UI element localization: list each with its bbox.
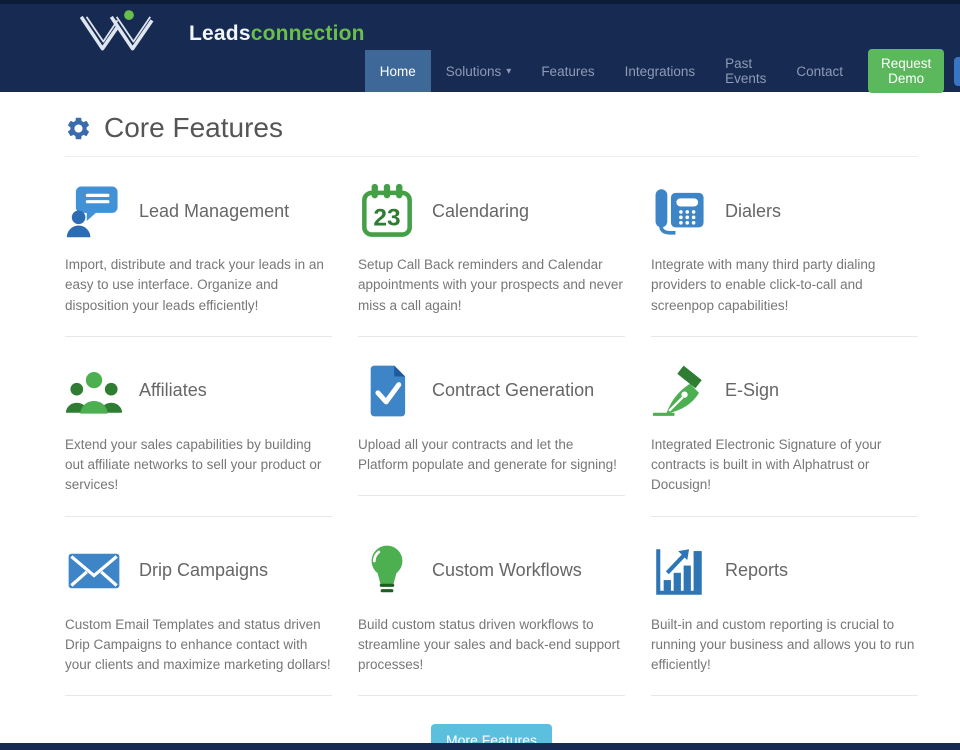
feature-description: Build custom status driven workflows to … (358, 615, 625, 676)
feature-card-drip-campaigns: Drip Campaigns Custom Email Templates an… (65, 541, 332, 697)
feature-description: Upload all your contracts and let the Pl… (358, 435, 625, 476)
feature-card-lead-management: Lead Management Import, distribute and t… (65, 181, 332, 337)
document-check-icon (358, 362, 416, 420)
support-button[interactable]: Support (954, 57, 960, 86)
feature-description: Integrated Electronic Signature of your … (651, 435, 918, 496)
feature-title: Reports (725, 560, 788, 581)
feature-title: Calendaring (432, 201, 529, 222)
main-nav: Home Solutions▾ Features Integrations Pa… (365, 50, 960, 92)
nav-item-solutions[interactable]: Solutions▾ (431, 50, 527, 92)
footer-bar (0, 743, 960, 750)
feature-title: Contract Generation (432, 380, 594, 401)
request-demo-button[interactable]: Request Demo (868, 49, 944, 93)
feature-card-calendaring: 23 Calendaring Setup Call Back reminders… (358, 181, 625, 337)
feature-description: Extend your sales capabilities by buildi… (65, 435, 332, 496)
feature-card-e-sign: E-Sign Integrated Electronic Signature o… (651, 361, 918, 517)
feature-title: Drip Campaigns (139, 560, 268, 581)
nav-item-contact[interactable]: Contact (781, 50, 858, 92)
feature-description: Import, distribute and track your leads … (65, 255, 332, 316)
feature-card-contract-generation: Contract Generation Upload all your cont… (358, 361, 625, 497)
feature-title: Lead Management (139, 201, 289, 222)
core-features-section: Core Features Lead Management Import, di… (0, 112, 960, 750)
svg-text:23: 23 (373, 205, 400, 232)
feature-description: Setup Call Back reminders and Calendar a… (358, 255, 625, 316)
site-header: Leadsconnection Home Solutions▾ Features… (0, 0, 960, 92)
nav-item-past-events[interactable]: Past Events (710, 50, 781, 92)
features-grid: Lead Management Import, distribute and t… (65, 181, 918, 720)
page-header: Core Features (65, 112, 918, 157)
logo-text: Leadsconnection (189, 22, 365, 46)
feature-title: E-Sign (725, 380, 779, 401)
phone-icon (651, 182, 709, 240)
logo[interactable]: Leadsconnection (75, 8, 365, 59)
people-group-icon (65, 362, 123, 420)
feature-card-reports: Reports Built-in and custom reporting is… (651, 541, 918, 697)
feature-title: Dialers (725, 201, 781, 222)
nav-item-integrations[interactable]: Integrations (610, 50, 711, 92)
gear-icon (65, 115, 92, 142)
envelope-icon (65, 542, 123, 600)
bar-chart-icon (651, 542, 709, 600)
feature-title: Affiliates (139, 380, 207, 401)
nav-item-home[interactable]: Home (365, 50, 431, 92)
chat-person-icon (65, 182, 123, 240)
feature-card-affiliates: Affiliates Extend your sales capabilitie… (65, 361, 332, 517)
page-title: Core Features (104, 112, 283, 144)
chevron-down-icon: ▾ (506, 66, 511, 77)
calendar-icon: 23 (358, 182, 416, 240)
feature-description: Custom Email Templates and status driven… (65, 615, 332, 676)
feature-description: Integrate with many third party dialing … (651, 255, 918, 316)
feature-card-dialers: Dialers Integrate with many third party … (651, 181, 918, 337)
logo-w-icon (75, 8, 183, 59)
lightbulb-icon (358, 542, 416, 600)
nav-item-features[interactable]: Features (526, 50, 609, 92)
feature-card-custom-workflows: Custom Workflows Build custom status dri… (358, 541, 625, 697)
feature-title: Custom Workflows (432, 560, 582, 581)
pen-nib-icon (651, 362, 709, 420)
feature-description: Built-in and custom reporting is crucial… (651, 615, 918, 676)
